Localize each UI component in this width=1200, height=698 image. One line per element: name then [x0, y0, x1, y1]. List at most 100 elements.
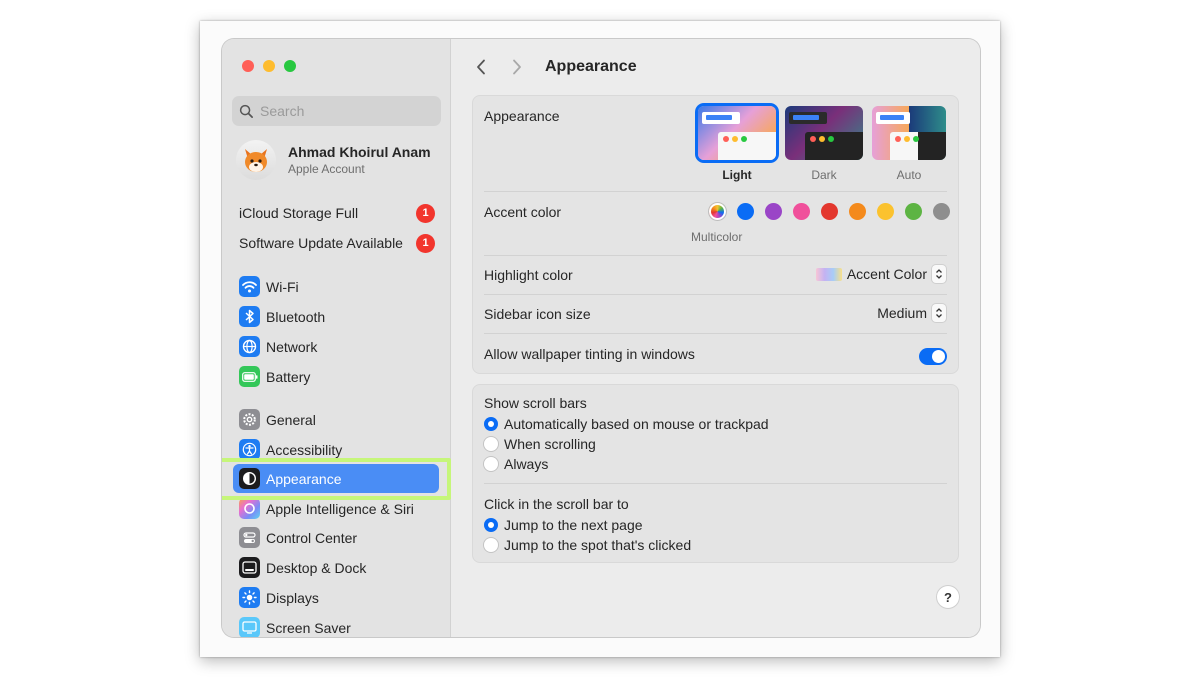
sidebar-item-screen-saver[interactable]: Screen Saver [233, 613, 439, 637]
accent-swatch[interactable] [933, 203, 950, 220]
sidebar-item-desktop-dock[interactable]: Desktop & Dock [233, 553, 439, 582]
sidebar-item-displays[interactable]: Displays [233, 583, 439, 612]
radio-label: Jump to the next page [504, 517, 643, 533]
sidebar-item-label: Displays [266, 589, 319, 606]
auto-theme-thumbnail [872, 106, 946, 160]
sidebar-item-label: Desktop & Dock [266, 559, 367, 576]
sidebar-item-label: Control Center [266, 529, 358, 546]
radio-scroll-automatic[interactable]: Automatically based on mouse or trackpad [484, 416, 769, 432]
accent-selected-name: Multicolor [691, 230, 743, 244]
annotation-highlight [222, 458, 451, 500]
sidebar-icon-size-label: Sidebar icon size [484, 306, 591, 322]
globe-icon [239, 336, 260, 357]
forward-button[interactable] [507, 57, 527, 77]
search-field[interactable] [232, 96, 441, 126]
minimize-button[interactable] [263, 60, 275, 72]
page-title: Appearance [545, 58, 637, 75]
appearance-label: Appearance [484, 108, 560, 124]
fox-memoji-icon [236, 140, 276, 180]
highlight-color-chip [815, 267, 842, 281]
notice-software-update[interactable]: Software Update Available 1 [239, 231, 435, 255]
siri-icon [239, 498, 260, 519]
apple-account[interactable]: Ahmad Khoirul Anam Apple Account [236, 140, 431, 180]
wallpaper-tinting-label: Allow wallpaper tinting in windows [484, 346, 695, 362]
dock-icon [239, 557, 260, 578]
highlight-color-label: Highlight color [484, 267, 573, 283]
radio-jump-spot-clicked[interactable]: Jump to the spot that's clicked [484, 537, 691, 553]
notice-label: iCloud Storage Full [239, 205, 359, 221]
main-content: Appearance Appearance Light Dark Auto Ac… [451, 39, 980, 637]
notice-label: Software Update Available [239, 235, 403, 251]
accent-swatch[interactable] [765, 203, 782, 220]
sidebar-item-label: Accessibility [266, 441, 343, 458]
popup-value: Medium [877, 305, 927, 321]
toolbar: Appearance [451, 39, 980, 93]
divider [484, 294, 947, 295]
sidebar-item-network[interactable]: Network [233, 332, 439, 361]
sun-icon [239, 587, 260, 608]
updown-chevron-icon [932, 265, 946, 283]
wifi-icon [239, 276, 260, 297]
window-controls [242, 60, 296, 72]
search-input[interactable] [260, 103, 430, 119]
system-settings-window: Ahmad Khoirul Anam Apple Account iCloud … [222, 39, 980, 637]
account-subtitle: Apple Account [288, 162, 365, 176]
sidebar-item-general[interactable]: General [233, 405, 439, 434]
notification-badge: 1 [416, 233, 435, 253]
radio-button[interactable] [484, 538, 498, 552]
divider [484, 483, 947, 484]
accessibility-icon [239, 439, 260, 460]
accent-swatch[interactable] [737, 203, 754, 220]
screen-saver-icon [239, 617, 260, 637]
account-name: Ahmad Khoirul Anam [288, 144, 431, 160]
divider [484, 191, 947, 192]
theme-option-dark[interactable]: Dark [785, 106, 863, 182]
radio-button[interactable] [484, 417, 498, 431]
accent-swatch-multicolor[interactable] [709, 203, 726, 220]
wallpaper-tinting-toggle[interactable] [919, 348, 947, 365]
sidebar-item-label: Apple Intelligence & Siri [266, 500, 414, 517]
light-theme-thumbnail [698, 106, 776, 160]
theme-label: Auto [896, 168, 922, 182]
radio-jump-next-page[interactable]: Jump to the next page [484, 517, 643, 533]
radio-button[interactable] [484, 457, 498, 471]
notification-badge: 1 [416, 203, 435, 223]
accent-color-label: Accent color [484, 204, 562, 220]
sidebar-item-control-center[interactable]: Control Center [233, 523, 439, 552]
accent-swatch[interactable] [821, 203, 838, 220]
radio-scroll-when-scrolling[interactable]: When scrolling [484, 436, 596, 452]
radio-label: Automatically based on mouse or trackpad [504, 416, 769, 432]
accent-swatch[interactable] [877, 203, 894, 220]
updown-chevron-icon [932, 304, 946, 322]
chevron-right-icon [513, 59, 521, 75]
sidebar-item-label: Network [266, 338, 318, 355]
radio-button[interactable] [484, 437, 498, 451]
accent-swatch[interactable] [849, 203, 866, 220]
sidebar-item-label: Screen Saver [266, 619, 351, 636]
zoom-button[interactable] [284, 60, 296, 72]
sidebar-item-label: General [266, 411, 316, 428]
theme-option-light[interactable]: Light [698, 106, 776, 182]
sidebar-item-wifi[interactable]: Wi-Fi [233, 272, 439, 301]
radio-button[interactable] [484, 518, 498, 532]
accent-swatch[interactable] [905, 203, 922, 220]
sidebar-item-bluetooth[interactable]: Bluetooth [233, 302, 439, 331]
highlight-color-popup[interactable]: Accent Color [815, 265, 946, 283]
click-scroll-bar-label: Click in the scroll bar to [484, 496, 629, 512]
back-button[interactable] [471, 57, 491, 77]
accent-swatch[interactable] [793, 203, 810, 220]
dark-theme-thumbnail [785, 106, 863, 160]
control-center-icon [239, 527, 260, 548]
sidebar-icon-size-popup[interactable]: Medium [877, 304, 946, 322]
show-scroll-bars-label: Show scroll bars [484, 395, 587, 411]
radio-scroll-always[interactable]: Always [484, 456, 548, 472]
bluetooth-icon [239, 306, 260, 327]
popup-value: Accent Color [846, 266, 927, 282]
theme-option-auto[interactable]: Auto [872, 106, 946, 182]
close-button[interactable] [242, 60, 254, 72]
scroll-bars-panel: Show scroll bars Automatically based on … [472, 384, 959, 563]
help-button[interactable]: ? [937, 586, 959, 608]
sidebar: Ahmad Khoirul Anam Apple Account iCloud … [222, 39, 451, 637]
notice-icloud-storage[interactable]: iCloud Storage Full 1 [239, 201, 435, 225]
sidebar-item-battery[interactable]: Battery [233, 362, 439, 391]
